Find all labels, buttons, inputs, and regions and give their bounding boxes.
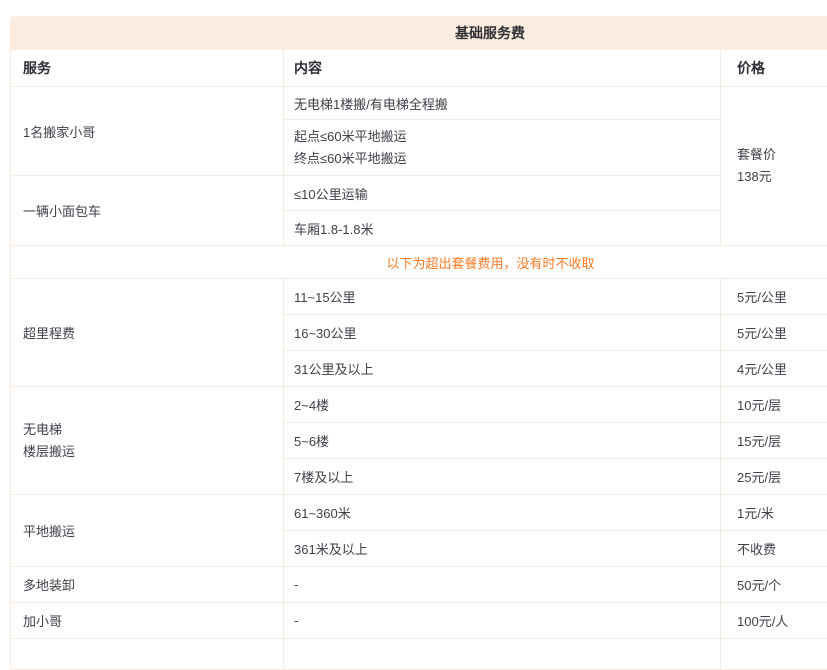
price-cell: 不收费 (721, 531, 827, 567)
col-header-price: 价格 (721, 50, 827, 87)
table-row: 平地搬运 61~360米 1元/米 (11, 495, 827, 531)
service-cell-flat-carry: 平地搬运 (11, 495, 284, 567)
price-cell: 4元/公里 (721, 351, 827, 387)
content-cell: 5~6楼 (284, 423, 721, 459)
content-cell: 11~15公里 (284, 279, 721, 315)
service-cell-multi-stop: 多地装卸 (11, 567, 284, 603)
service-cell (11, 639, 284, 670)
service-cell-stairs: 无电梯 楼层搬运 (11, 387, 284, 495)
content-cell (284, 639, 721, 670)
price-cell: 100元/人 (721, 603, 827, 639)
service-cell-add-mover: 加小哥 (11, 603, 284, 639)
price-cell: 50元/个 (721, 567, 827, 603)
content-cell: 车厢1.8-1.8米 (284, 211, 721, 246)
content-cell: - (284, 567, 721, 603)
table-title: 基础服务费 (455, 23, 525, 43)
table-row: 加小哥 - 100元/人 (11, 603, 827, 639)
service-cell-van: 一辆小面包车 (11, 176, 284, 246)
table-title-bar: 基础服务费 (10, 16, 827, 49)
price-cell: 15元/层 (721, 423, 827, 459)
content-cell: 无电梯1楼搬/有电梯全程搬 (284, 87, 721, 120)
content-cell: - (284, 603, 721, 639)
pricing-page: 基础服务费 服务 内容 价格 1名搬家小哥 无电梯1楼搬/有电梯全程搬 套餐价 … (10, 16, 827, 670)
table-row: 1名搬家小哥 无电梯1楼搬/有电梯全程搬 套餐价 138元 (11, 87, 827, 120)
price-cell: 5元/公里 (721, 279, 827, 315)
table-row (11, 639, 827, 670)
content-cell: ≤10公里运输 (284, 176, 721, 211)
basic-service-fee-table: 服务 内容 价格 1名搬家小哥 无电梯1楼搬/有电梯全程搬 套餐价 138元 起… (10, 49, 827, 670)
content-cell: 2~4楼 (284, 387, 721, 423)
content-cell: 起点≤60米平地搬运 终点≤60米平地搬运 (284, 120, 721, 176)
price-cell (721, 639, 827, 670)
service-cell-mover: 1名搬家小哥 (11, 87, 284, 176)
table-row: 多地装卸 - 50元/个 (11, 567, 827, 603)
extra-fees-note-row: 以下为超出套餐费用，没有时不收取 (11, 246, 827, 279)
price-cell: 1元/米 (721, 495, 827, 531)
header-row: 服务 内容 价格 (11, 50, 827, 87)
price-cell: 10元/层 (721, 387, 827, 423)
package-price-cell: 套餐价 138元 (721, 87, 827, 246)
col-header-service: 服务 (11, 50, 284, 87)
col-header-content: 内容 (284, 50, 721, 87)
service-cell-mileage: 超里程费 (11, 279, 284, 387)
content-cell: 61~360米 (284, 495, 721, 531)
price-cell: 25元/层 (721, 459, 827, 495)
content-cell: 16~30公里 (284, 315, 721, 351)
content-cell: 7楼及以上 (284, 459, 721, 495)
table-row: 无电梯 楼层搬运 2~4楼 10元/层 (11, 387, 827, 423)
table-row: 超里程费 11~15公里 5元/公里 (11, 279, 827, 315)
table-row: 一辆小面包车 ≤10公里运输 (11, 176, 827, 211)
content-cell: 361米及以上 (284, 531, 721, 567)
content-cell: 31公里及以上 (284, 351, 721, 387)
price-cell: 5元/公里 (721, 315, 827, 351)
extra-fees-note: 以下为超出套餐费用，没有时不收取 (11, 246, 827, 279)
